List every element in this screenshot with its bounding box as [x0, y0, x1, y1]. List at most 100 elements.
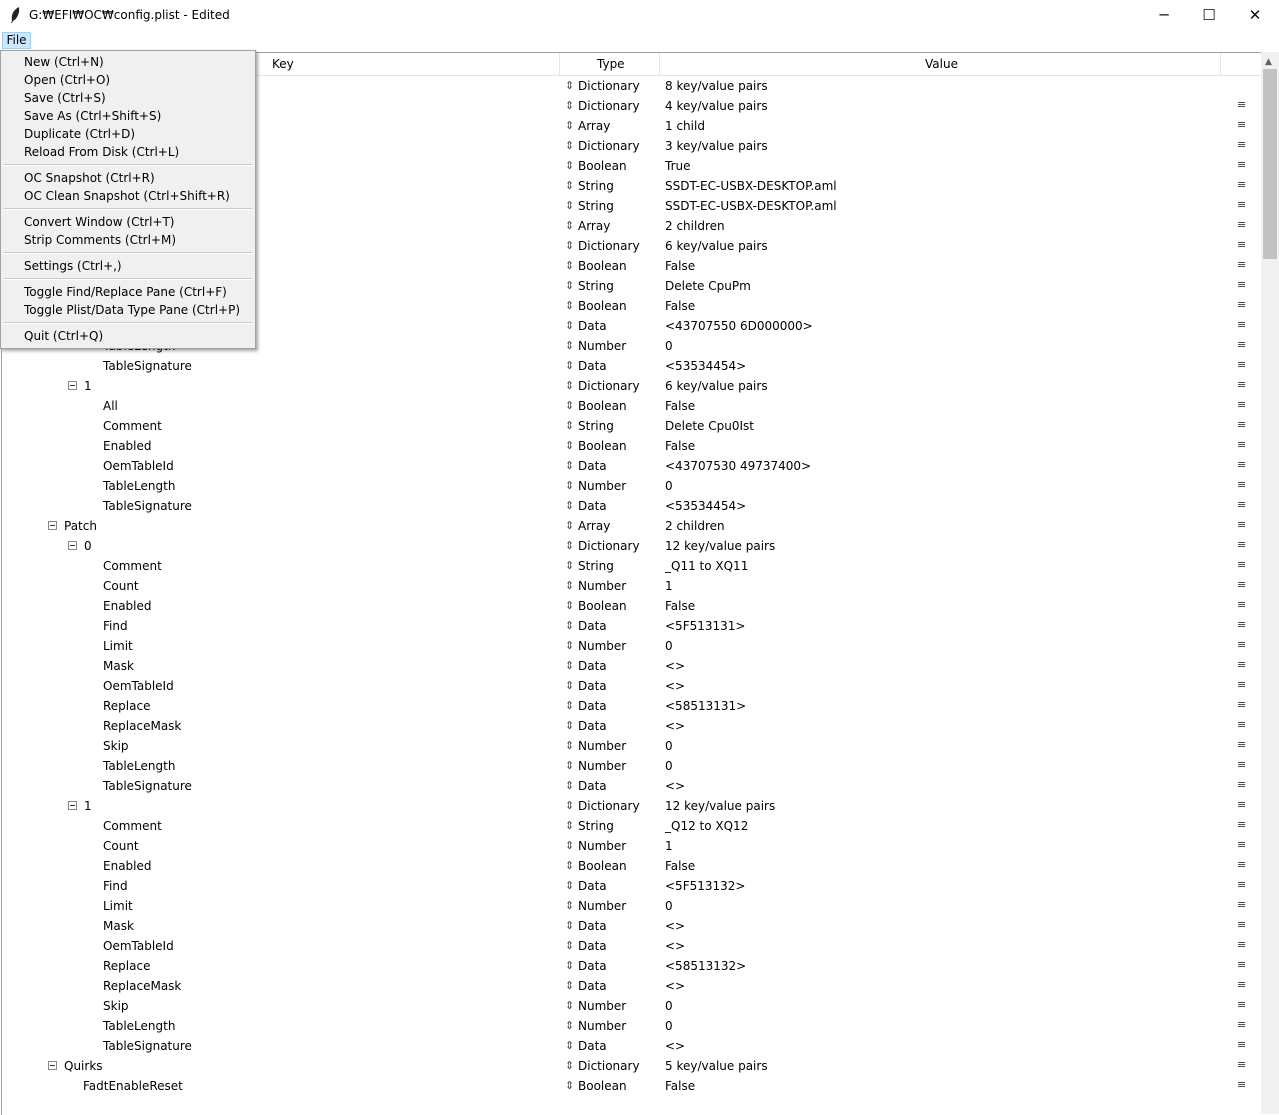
row-type[interactable]: Dictionary: [578, 99, 640, 113]
menu-item-new[interactable]: New (Ctrl+N): [24, 55, 104, 69]
drag-handle-icon[interactable]: ≡: [1237, 498, 1246, 511]
type-updown-icon[interactable]: ⇕: [565, 119, 574, 132]
row-type[interactable]: Boolean: [578, 859, 627, 873]
row-value[interactable]: 0: [665, 899, 673, 913]
menu-item-quit[interactable]: Quit (Ctrl+Q): [24, 329, 103, 343]
row-type[interactable]: Dictionary: [578, 79, 640, 93]
type-updown-icon[interactable]: ⇕: [565, 759, 574, 772]
type-updown-icon[interactable]: ⇕: [565, 939, 574, 952]
drag-handle-icon[interactable]: ≡: [1237, 378, 1246, 391]
tree-row[interactable]: 1 ⇕ Dictionary 12 key/value pairs ≡: [2, 796, 1262, 816]
tree-row[interactable]: Quirks ⇕ Dictionary 5 key/value pairs ≡: [2, 1056, 1262, 1076]
row-type[interactable]: Number: [578, 339, 626, 353]
tree-row[interactable]: 1 ⇕ Dictionary 6 key/value pairs ≡: [2, 376, 1262, 396]
type-updown-icon[interactable]: ⇕: [565, 439, 574, 452]
type-updown-icon[interactable]: ⇕: [565, 619, 574, 632]
row-type[interactable]: Number: [578, 639, 626, 653]
drag-handle-icon[interactable]: ≡: [1237, 998, 1246, 1011]
row-type[interactable]: Boolean: [578, 1079, 627, 1093]
row-type[interactable]: Boolean: [578, 299, 627, 313]
type-updown-icon[interactable]: ⇕: [565, 959, 574, 972]
drag-handle-icon[interactable]: ≡: [1237, 778, 1246, 791]
row-type[interactable]: Dictionary: [578, 539, 640, 553]
row-type[interactable]: String: [578, 199, 614, 213]
row-type[interactable]: Number: [578, 579, 626, 593]
drag-handle-icon[interactable]: ≡: [1237, 658, 1246, 671]
type-updown-icon[interactable]: ⇕: [565, 239, 574, 252]
row-value[interactable]: <>: [665, 979, 685, 993]
row-value[interactable]: <>: [665, 719, 685, 733]
tree-row[interactable]: TableSignature ⇕ Data <53534454> ≡: [2, 356, 1262, 376]
type-updown-icon[interactable]: ⇕: [565, 279, 574, 292]
drag-handle-icon[interactable]: ≡: [1237, 418, 1246, 431]
row-value[interactable]: False: [665, 599, 695, 613]
type-updown-icon[interactable]: ⇕: [565, 259, 574, 272]
type-updown-icon[interactable]: ⇕: [565, 319, 574, 332]
drag-handle-icon[interactable]: ≡: [1237, 818, 1246, 831]
type-updown-icon[interactable]: ⇕: [565, 899, 574, 912]
row-type[interactable]: String: [578, 179, 614, 193]
column-divider[interactable]: [659, 53, 660, 75]
menu-file[interactable]: File: [2, 32, 31, 49]
tree-row[interactable]: OemTableId ⇕ Data <43707530 49737400> ≡: [2, 456, 1262, 476]
row-value[interactable]: False: [665, 859, 695, 873]
menu-item-convert-window[interactable]: Convert Window (Ctrl+T): [24, 215, 175, 229]
row-type[interactable]: Number: [578, 479, 626, 493]
row-value[interactable]: 0: [665, 999, 673, 1013]
drag-handle-icon[interactable]: ≡: [1237, 638, 1246, 651]
type-updown-icon[interactable]: ⇕: [565, 559, 574, 572]
minimize-button[interactable]: ─: [1141, 0, 1187, 30]
drag-handle-icon[interactable]: ≡: [1237, 1058, 1246, 1071]
tree-row[interactable]: Enabled ⇕ Boolean False ≡: [2, 596, 1262, 616]
row-value[interactable]: 0: [665, 639, 673, 653]
row-value[interactable]: 1 child: [665, 119, 705, 133]
type-updown-icon[interactable]: ⇕: [565, 139, 574, 152]
drag-handle-icon[interactable]: ≡: [1237, 898, 1246, 911]
type-updown-icon[interactable]: ⇕: [565, 479, 574, 492]
tree-row[interactable]: Comment ⇕ String _Q11 to XQ11 ≡: [2, 556, 1262, 576]
row-value[interactable]: <43707550 6D000000>: [665, 319, 813, 333]
row-type[interactable]: Dictionary: [578, 239, 640, 253]
drag-handle-icon[interactable]: ≡: [1237, 1078, 1246, 1091]
row-value[interactable]: Delete CpuPm: [665, 279, 751, 293]
drag-handle-icon[interactable]: ≡: [1237, 278, 1246, 291]
tree-row[interactable]: Enabled ⇕ Boolean False ≡: [2, 436, 1262, 456]
tree-row[interactable]: Patch ⇕ Array 2 children ≡: [2, 516, 1262, 536]
drag-handle-icon[interactable]: ≡: [1237, 558, 1246, 571]
row-value[interactable]: <>: [665, 1039, 685, 1053]
row-value[interactable]: 0: [665, 479, 673, 493]
row-type[interactable]: Data: [578, 939, 607, 953]
type-updown-icon[interactable]: ⇕: [565, 999, 574, 1012]
row-type[interactable]: Dictionary: [578, 799, 640, 813]
drag-handle-icon[interactable]: ≡: [1237, 338, 1246, 351]
row-type[interactable]: Array: [578, 119, 610, 133]
drag-handle-icon[interactable]: ≡: [1237, 98, 1246, 111]
type-updown-icon[interactable]: ⇕: [565, 679, 574, 692]
type-updown-icon[interactable]: ⇕: [565, 579, 574, 592]
menu-item-strip-comments[interactable]: Strip Comments (Ctrl+M): [24, 233, 176, 247]
type-updown-icon[interactable]: ⇕: [565, 339, 574, 352]
tree-row[interactable]: All ⇕ Boolean False ≡: [2, 396, 1262, 416]
collapse-toggle-icon[interactable]: [68, 801, 77, 810]
row-type[interactable]: String: [578, 419, 614, 433]
row-type[interactable]: Dictionary: [578, 139, 640, 153]
row-type[interactable]: Boolean: [578, 439, 627, 453]
drag-handle-icon[interactable]: ≡: [1237, 138, 1246, 151]
drag-handle-icon[interactable]: ≡: [1237, 618, 1246, 631]
tree-row[interactable]: TableLength ⇕ Number 0 ≡: [2, 756, 1262, 776]
menu-item-toggle-find-replace[interactable]: Toggle Find/Replace Pane (Ctrl+F): [24, 285, 227, 299]
tree-row[interactable]: Find ⇕ Data <5F513131> ≡: [2, 616, 1262, 636]
type-updown-icon[interactable]: ⇕: [565, 219, 574, 232]
row-type[interactable]: String: [578, 819, 614, 833]
tree-row[interactable]: Limit ⇕ Number 0 ≡: [2, 636, 1262, 656]
menu-item-oc-snapshot[interactable]: OC Snapshot (Ctrl+R): [24, 171, 155, 185]
row-type[interactable]: Data: [578, 619, 607, 633]
column-value-header[interactable]: Value: [925, 57, 958, 71]
row-type[interactable]: Number: [578, 999, 626, 1013]
row-type[interactable]: Number: [578, 839, 626, 853]
drag-handle-icon[interactable]: ≡: [1237, 578, 1246, 591]
tree-row[interactable]: Count ⇕ Number 1 ≡: [2, 576, 1262, 596]
tree-row[interactable]: Comment ⇕ String Delete Cpu0Ist ≡: [2, 416, 1262, 436]
type-updown-icon[interactable]: ⇕: [565, 659, 574, 672]
tree-row[interactable]: TableLength ⇕ Number 0 ≡: [2, 1016, 1262, 1036]
